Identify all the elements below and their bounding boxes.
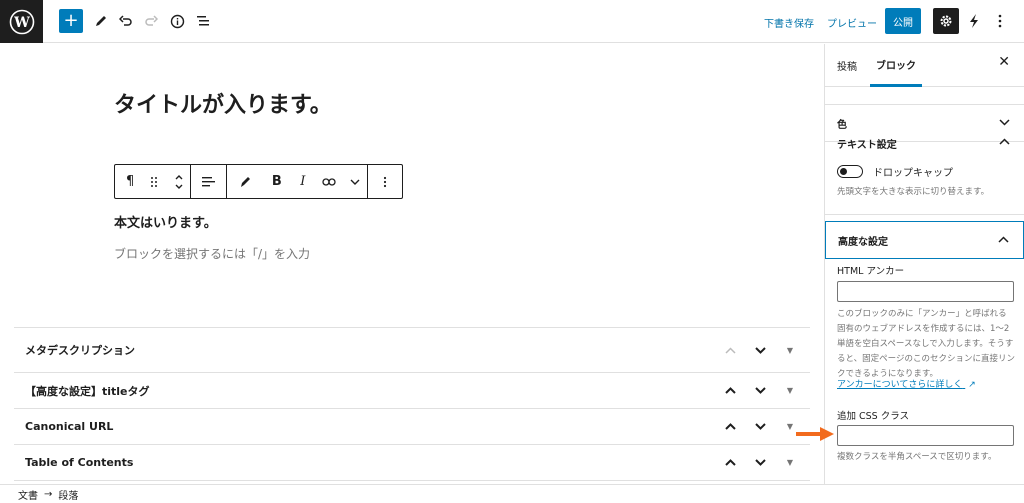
metabox-title-tag[interactable]: 【高度な設定】titleタグ ▼	[14, 373, 810, 409]
editor-header: W + 下書き保存 プレビュー 公開	[0, 0, 1024, 43]
breadcrumb-current: 段落	[58, 490, 79, 502]
link-icon[interactable]	[317, 170, 341, 194]
drag-handle-icon[interactable]	[143, 170, 165, 194]
panel-title: テキスト設定	[837, 139, 897, 151]
metabox-controls: ▼	[718, 445, 802, 480]
toggle-panel-icon[interactable]: ▼	[778, 338, 802, 362]
paragraph-block[interactable]: 本文はいります。	[114, 212, 217, 231]
move-down-icon[interactable]	[748, 451, 772, 475]
tools-pencil-icon[interactable]	[89, 9, 113, 33]
block-type-group: ¶	[115, 165, 191, 198]
metabox-area: メタデスクリプション ▼ 【高度な設定】titleタグ ▼ Canonical …	[14, 327, 810, 481]
close-sidebar-icon[interactable]: ✕	[998, 54, 1010, 70]
add-block-button[interactable]: +	[59, 9, 83, 33]
format-group: B I	[227, 165, 369, 198]
move-down-icon[interactable]	[748, 338, 772, 362]
metabox-title: Canonical URL	[25, 420, 114, 433]
metabox-meta-description[interactable]: メタデスクリプション ▼	[14, 327, 810, 373]
block-appender-placeholder[interactable]: ブロックを選択するには「/」を入力	[114, 245, 310, 262]
breadcrumb-arrow-icon: →	[44, 488, 53, 500]
divider	[825, 214, 1024, 215]
html-anchor-label: HTML アンカー	[837, 266, 905, 277]
metabox-table-of-contents[interactable]: Table of Contents ▼	[14, 445, 810, 481]
metabox-title: メタデスクリプション	[25, 344, 135, 357]
dropcap-help: 先頭文字を大きな表示に切り替えます。	[837, 187, 990, 197]
settings-gear-icon[interactable]	[933, 8, 959, 34]
panel-title: 高度な設定	[838, 236, 888, 248]
align-left-icon[interactable]	[196, 170, 220, 194]
metabox-controls: ▼	[718, 328, 802, 372]
chevron-up-icon	[999, 134, 1010, 148]
block-breadcrumb: 文書 → 段落	[0, 484, 1024, 503]
align-group	[191, 165, 227, 198]
toggle-panel-icon[interactable]: ▼	[778, 379, 802, 403]
annotation-arrow-icon	[796, 427, 834, 441]
options-more-icon[interactable]	[988, 9, 1012, 33]
metabox-title: Table of Contents	[25, 456, 134, 469]
css-class-label: 追加 CSS クラス	[837, 411, 910, 422]
metabox-canonical-url[interactable]: Canonical URL ▼	[14, 409, 810, 445]
anchor-help: このブロックのみに「アンカー」と呼ばれる固有のウェブアドレスを作成するには、1〜…	[837, 309, 1015, 379]
tab-block[interactable]: ブロック	[870, 44, 922, 87]
move-up-icon[interactable]	[718, 451, 742, 475]
settings-sidebar: 投稿 ブロック ✕ 色 テキスト設定 ドロップキャップ 先頭文字を大きな表示に切…	[824, 44, 1024, 484]
list-view-icon[interactable]	[191, 9, 215, 33]
metabox-controls: ▼	[718, 373, 802, 408]
save-draft-button[interactable]: 下書き保存	[764, 15, 814, 30]
link-text: アンカーについてさらに詳しく	[837, 380, 963, 390]
panel-text-settings[interactable]: テキスト設定	[825, 124, 1024, 162]
options-group	[368, 165, 402, 198]
editor-canvas: タイトルが入ります。 ¶ B I 本文はいります。 ブロックを選択するには「/」…	[0, 44, 824, 327]
chevron-up-icon	[998, 232, 1009, 246]
bold-button[interactable]: B	[265, 170, 289, 194]
move-down-icon[interactable]	[748, 415, 772, 439]
move-down-icon[interactable]	[748, 379, 772, 403]
panel-advanced[interactable]: 高度な設定	[825, 221, 1024, 259]
toggle-panel-icon[interactable]: ▼	[778, 451, 802, 475]
sidebar-tabs: 投稿 ブロック ✕	[825, 44, 1024, 87]
undo-icon[interactable]	[114, 9, 138, 33]
dropcap-toggle-row[interactable]: ドロップキャップ	[837, 164, 953, 179]
breadcrumb-root[interactable]: 文書	[18, 487, 38, 502]
anchor-learn-more-link[interactable]: アンカーについてさらに詳しく ↗	[837, 377, 976, 390]
move-up-down-icon[interactable]	[168, 170, 190, 194]
more-format-chevron-icon[interactable]	[343, 170, 367, 194]
italic-button[interactable]: I	[291, 170, 315, 194]
preview-button[interactable]: プレビュー	[827, 15, 877, 30]
metabox-title: 【高度な設定】titleタグ	[25, 384, 150, 398]
svg-text:W: W	[13, 15, 30, 31]
css-class-input[interactable]	[837, 425, 1014, 446]
paragraph-icon[interactable]: ¶	[119, 170, 141, 194]
block-options-icon[interactable]	[373, 170, 397, 194]
move-up-icon[interactable]	[718, 415, 742, 439]
external-link-icon: ↗	[968, 380, 976, 390]
publish-button[interactable]: 公開	[885, 8, 921, 34]
tab-post[interactable]: 投稿	[837, 44, 857, 87]
block-toolbar: ¶ B I	[114, 164, 403, 199]
wordpress-logo-icon[interactable]: W	[0, 0, 43, 43]
redo-icon[interactable]	[139, 9, 163, 33]
plugin-bolt-icon[interactable]	[962, 9, 986, 33]
dropcap-toggle[interactable]	[837, 165, 863, 178]
metabox-controls: ▼	[718, 409, 802, 444]
move-up-icon[interactable]	[718, 379, 742, 403]
post-title[interactable]: タイトルが入ります。	[114, 87, 332, 119]
html-anchor-input[interactable]	[837, 281, 1014, 302]
dropcap-label: ドロップキャップ	[873, 168, 953, 179]
css-class-help: 複数クラスを半角スペースで区切ります。	[837, 452, 997, 462]
move-up-icon[interactable]	[718, 338, 742, 362]
info-icon[interactable]	[165, 9, 189, 33]
highlighter-icon[interactable]	[233, 170, 257, 194]
